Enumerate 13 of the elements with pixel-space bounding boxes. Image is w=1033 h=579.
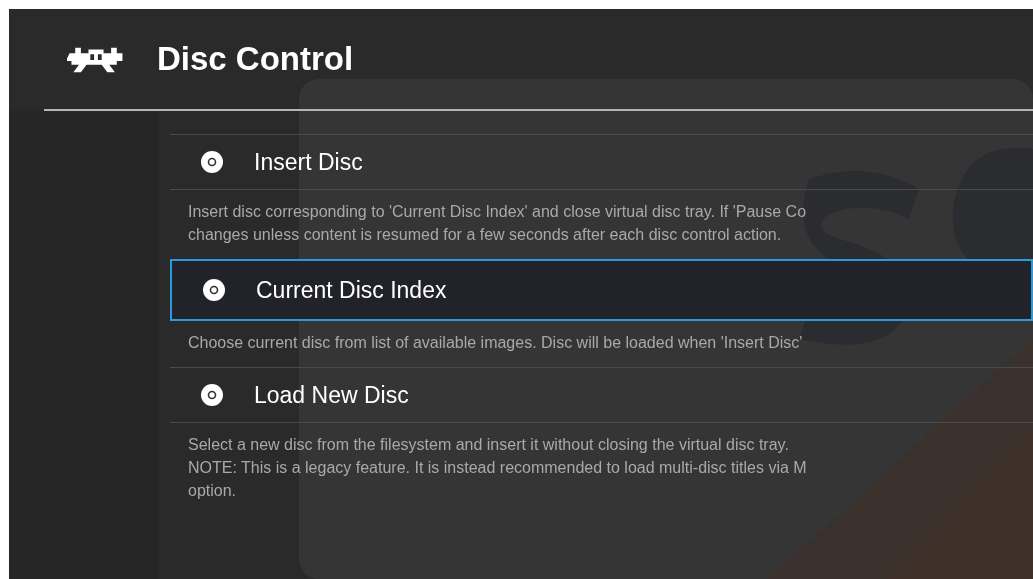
item-description: Choose current disc from list of available images. Disc will be loaded when 'Insert Disc' [188, 333, 804, 353]
page-title: Disc Control [157, 40, 354, 78]
item-description: Insert disc corresponding to 'Current Disc Index' and close virtual disc tray. If 'Pause Co [188, 202, 808, 222]
item-description: Select a new disc from the filesystem and insert it without closing the virtual disc tray. [188, 435, 790, 455]
item-description: changes unless content is resumed for a few seconds after each disc control action. [188, 225, 783, 245]
disc-icon [200, 383, 224, 407]
disc-icon [200, 150, 224, 174]
item-description: NOTE: This is a legacy feature. It is instead recommended to load multi-disc titles via M [188, 458, 808, 478]
menu-item[interactable]: Load New Disc [170, 367, 1033, 423]
menu-item[interactable]: Insert Disc [170, 134, 1033, 190]
disc-icon [202, 278, 226, 302]
item-description: option. [188, 481, 238, 501]
menu-item[interactable]: Current Disc Index [170, 259, 1033, 321]
